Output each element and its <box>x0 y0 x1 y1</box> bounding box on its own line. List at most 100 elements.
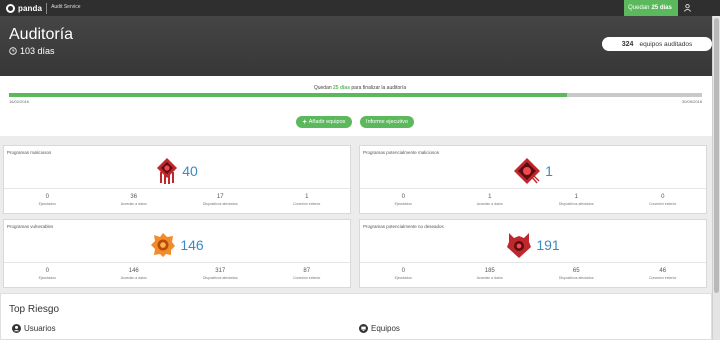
stat-data-access[interactable]: 185 Accedan a datos <box>447 263 534 289</box>
page-title: Auditoría <box>9 26 74 43</box>
stat-external-connection[interactable]: 46 Conexión exterior <box>620 263 707 289</box>
brand-product: Audit Service <box>51 4 81 11</box>
stat-value: 87 <box>303 268 311 274</box>
scrollbar-thumb[interactable] <box>714 18 719 293</box>
stat-executed[interactable]: 0 Ejecutados <box>360 189 447 215</box>
add-devices-button[interactable]: + Añadir equipos <box>296 116 352 128</box>
stat-label: Accedan a datos <box>476 276 503 280</box>
stat-value: 1 <box>488 194 492 200</box>
vulnerable-icon <box>151 233 176 257</box>
top-risk-devices[interactable]: Equipos <box>359 324 400 333</box>
card-summary: 1 <box>360 154 706 188</box>
stat-affected-devices[interactable]: 1 Dispositivos afectados <box>533 189 620 215</box>
devices-label: Equipos <box>371 324 400 333</box>
stat-data-access[interactable]: 146 Accedan a datos <box>91 263 178 289</box>
stat-label: Ejecutados <box>394 202 412 206</box>
audited-devices-label: equipos auditados <box>639 40 693 48</box>
vulnerable-card[interactable]: Programas vulnerables 146 0 Ejecutados 14… <box>3 219 351 288</box>
stat-value: 65 <box>572 268 580 274</box>
stat-affected-devices[interactable]: 317 Dispositivos afectados <box>177 263 264 289</box>
stat-label: Ejecutados <box>394 276 412 280</box>
stat-label: Accedan a datos <box>476 202 503 206</box>
stat-label: Accedan a datos <box>120 276 147 280</box>
card-stats: 0 Ejecutados 146 Accedan a datos 317 Dispos… <box>4 263 350 289</box>
days-elapsed-text: 103 días <box>20 46 55 56</box>
stat-value: 185 <box>484 268 495 274</box>
days-elapsed: 103 días <box>9 46 55 56</box>
stat-label: Dispositivos afectados <box>202 202 238 206</box>
top-risk-users[interactable]: Usuarios <box>12 324 56 333</box>
stat-executed[interactable]: 0 Ejecutados <box>360 263 447 289</box>
clock-icon <box>9 47 17 55</box>
stat-value: 46 <box>659 268 667 274</box>
stat-value: 0 <box>45 194 49 200</box>
progress-text-days: 25 días <box>333 85 350 91</box>
executive-report-button[interactable]: Informe ejecutivo <box>360 116 414 128</box>
stat-label: Accedan a datos <box>120 202 147 206</box>
executive-report-label: Informe ejecutivo <box>366 119 408 125</box>
days-left-value: 25 días <box>651 5 672 11</box>
card-count: 146 <box>180 237 204 253</box>
audited-devices-pill: 324 equipos auditados <box>602 37 712 51</box>
days-left-prefix: Quedan <box>628 5 650 11</box>
malware-card[interactable]: Programas maliciosos 40 0 Ejecutados 36 Ac… <box>3 145 351 214</box>
potentially-malicious-card[interactable]: Programas potencialmente maliciosos 1 0E… <box>359 145 707 214</box>
stat-data-access[interactable]: 1 Accedan a datos <box>447 189 534 215</box>
brand-logo[interactable]: panda Audit Service <box>6 2 81 14</box>
days-left-badge: Quedan 25 días <box>624 0 678 16</box>
plus-icon: + <box>302 118 307 126</box>
stat-value: 317 <box>215 268 226 274</box>
stat-label: Dispositivos afectados <box>202 276 238 280</box>
end-date: 30/05/2016 <box>681 99 702 104</box>
top-bar: panda Audit Service Quedan 25 días <box>0 0 720 16</box>
card-count: 1 <box>545 163 553 179</box>
stat-data-access[interactable]: 36 Accedan a datos <box>91 189 178 215</box>
stat-value: 0 <box>401 194 405 200</box>
card-count: 191 <box>536 237 560 253</box>
stat-label: Conexión exterior <box>649 202 677 206</box>
pup-malicious-icon <box>514 158 541 184</box>
stat-affected-devices[interactable]: 17 Dispositivos afectados <box>177 189 264 215</box>
devices-icon <box>359 324 368 333</box>
potentially-unwanted-card[interactable]: Programas potencialmente no deseados 191… <box>359 219 707 288</box>
start-date: 16/02/2016 <box>9 99 30 104</box>
progress-text-prefix: Quedan <box>313 85 332 91</box>
stat-label: Conexión exterior <box>649 276 677 280</box>
stat-executed[interactable]: 0 Ejecutados <box>4 189 91 215</box>
audited-devices-count: 324 <box>621 40 634 48</box>
page-scrollbar[interactable] <box>712 16 720 340</box>
stat-value: 1 <box>305 194 309 200</box>
stat-value: 0 <box>661 194 665 200</box>
stat-label: Ejecutados <box>38 202 56 206</box>
card-summary: 40 <box>4 154 350 188</box>
card-stats: 0 Ejecutados 36 Accedan a datos 17 Disposit… <box>4 189 350 215</box>
stat-external-connection[interactable]: 0 Conexión exterior <box>620 189 707 215</box>
stat-label: Dispositivos afectados <box>558 276 594 280</box>
page-header: Auditoría 103 días 324 equipos auditados <box>0 16 720 76</box>
stat-value: 36 <box>130 194 138 200</box>
progress-bar-fill <box>9 93 567 97</box>
stat-value: 17 <box>216 194 224 200</box>
add-devices-label: Añadir equipos <box>308 119 346 125</box>
stat-executed[interactable]: 0 Ejecutados <box>4 263 91 289</box>
stat-label: Conexión exterior <box>293 276 321 280</box>
top-risk-section: Top Riesgo Usuarios Equipos <box>0 293 712 340</box>
panda-logo-icon <box>6 3 15 13</box>
card-stats: 0 Ejecutados 185 Accedan a datos 65 Disposi… <box>360 263 706 289</box>
card-stats: 0 Ejecutados 1 Accedan a datos 1 Dispositiv… <box>360 189 706 215</box>
malware-icon <box>157 158 178 184</box>
pup-unwanted-icon <box>507 233 532 258</box>
top-risk-title: Top Riesgo <box>9 304 60 315</box>
stat-external-connection[interactable]: 87 Conexión exterior <box>264 263 351 289</box>
progress-bar <box>9 93 702 97</box>
stat-external-connection[interactable]: 1 Conexión exterior <box>264 189 351 215</box>
stat-label: Dispositivos afectados <box>558 202 594 206</box>
users-icon <box>12 324 21 333</box>
stat-label: Conexión exterior <box>293 202 321 206</box>
stat-label: Ejecutados <box>38 276 56 280</box>
audit-progress-section: Quedan 25 días para finalizar la auditor… <box>0 76 720 136</box>
stat-affected-devices[interactable]: 65 Dispositivos afectados <box>533 263 620 289</box>
user-menu-button[interactable] <box>679 0 695 16</box>
users-label: Usuarios <box>24 324 56 333</box>
stat-value: 146 <box>128 268 139 274</box>
